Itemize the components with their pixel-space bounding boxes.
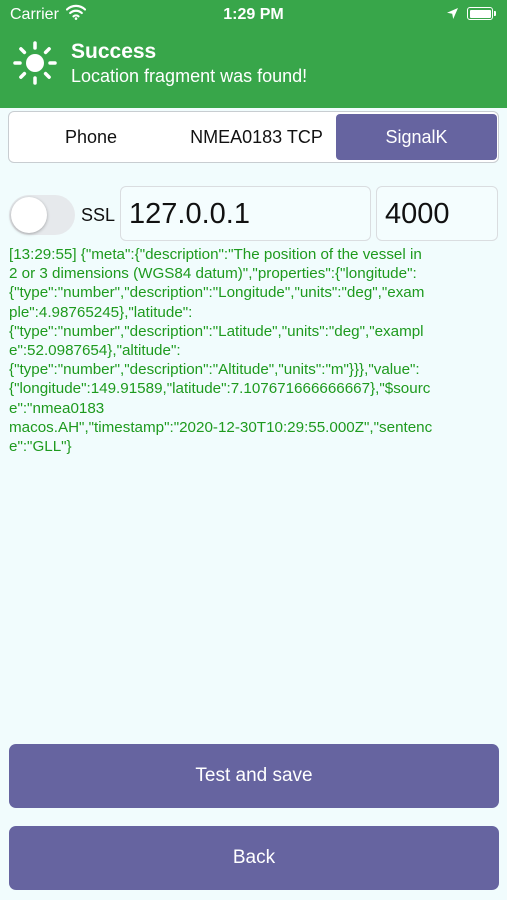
banner-title: Success xyxy=(71,40,157,63)
status-bar: Carrier 1:29 PM xyxy=(0,0,507,30)
tab-signalk[interactable]: SignalK xyxy=(336,114,497,160)
port-input[interactable]: 4000 xyxy=(376,186,498,241)
log-line: ple":4.98765245},"latitude": xyxy=(9,303,193,321)
location-arrow-icon xyxy=(446,7,459,25)
test-and-save-button[interactable]: Test and save xyxy=(9,744,499,808)
ssl-toggle[interactable] xyxy=(9,195,75,235)
log-line: {"longitude":149.91589,"latitude":7.1076… xyxy=(9,380,431,398)
source-selector: Phone NMEA0183 TCP SignalK xyxy=(8,111,499,163)
log-line: e":"GLL"} xyxy=(9,438,72,456)
log-output: [13:29:55] {"meta":{"description":"The p… xyxy=(9,245,497,456)
log-line: 2 or 3 dimensions (WGS84 datum)","proper… xyxy=(9,265,417,283)
back-button[interactable]: Back xyxy=(9,826,499,890)
log-line: {"type":"number","description":"Longitud… xyxy=(9,284,425,302)
log-line: e":"nmea0183 xyxy=(9,399,105,417)
log-line: [13:29:55] {"meta":{"description":"The p… xyxy=(9,246,422,263)
clock: 1:29 PM xyxy=(223,6,284,23)
log-line: macos.AH","timestamp":"2020-12-30T10:29:… xyxy=(9,418,433,436)
log-line: {"type":"number","description":"Latitude… xyxy=(9,322,424,340)
battery-icon xyxy=(467,7,496,20)
success-banner: Success Location fragment was found! xyxy=(0,30,507,108)
sun-icon xyxy=(12,40,58,91)
banner-message: Location fragment was found! xyxy=(71,66,308,86)
toggle-knob xyxy=(11,197,47,233)
log-line: {"type":"number","description":"Altitude… xyxy=(9,361,420,379)
tab-nmea0183-tcp[interactable]: NMEA0183 TCP xyxy=(174,114,339,160)
host-input[interactable]: 127.0.0.1 xyxy=(120,186,371,241)
tab-phone[interactable]: Phone xyxy=(11,114,171,160)
ssl-label: SSL xyxy=(81,205,116,225)
log-line: e":52.0987654},"altitude": xyxy=(9,342,181,360)
